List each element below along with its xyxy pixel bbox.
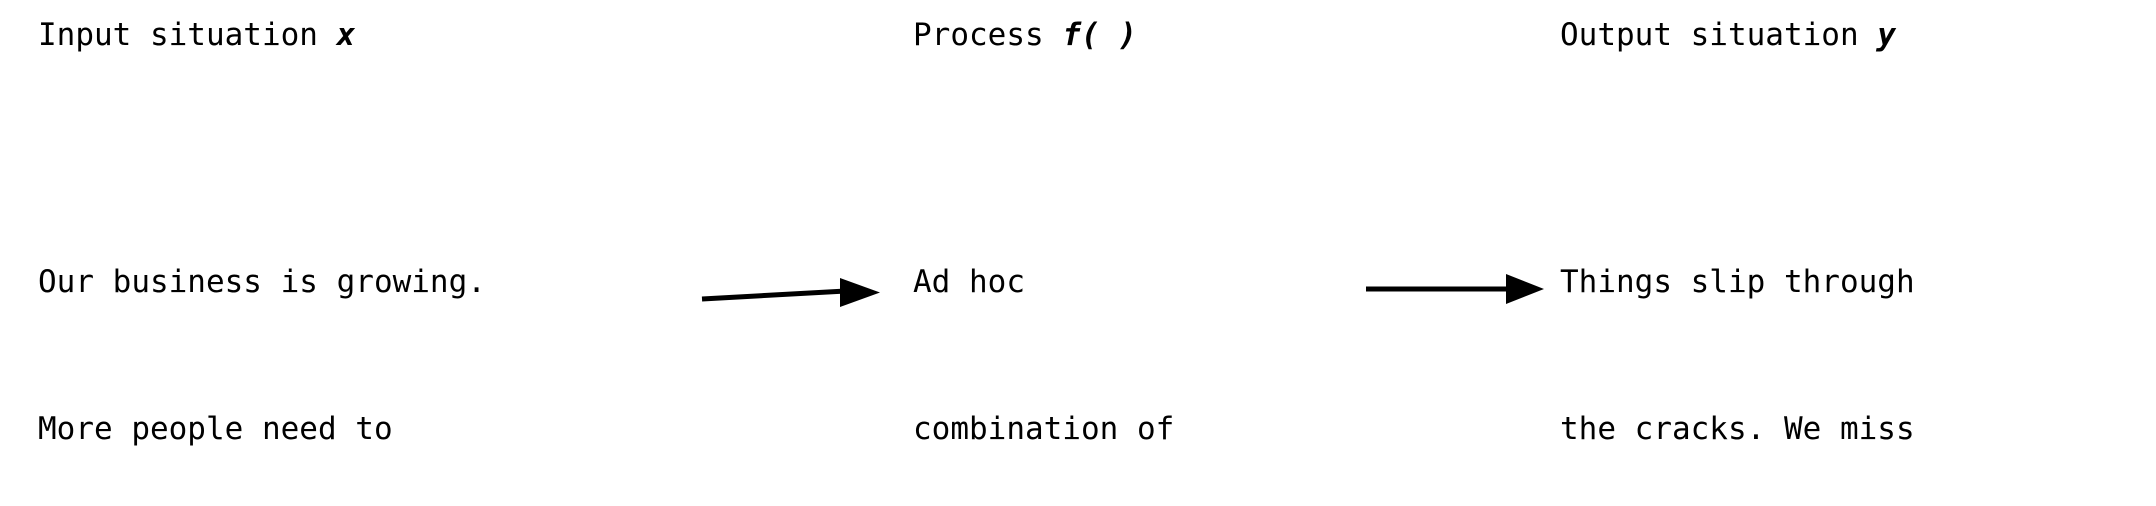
- process-flow-diagram: Input situation x Our business is growin…: [0, 0, 2156, 506]
- input-variable-symbol: x: [336, 17, 356, 53]
- process-function-symbol: f( ): [1062, 17, 1137, 53]
- column-process-heading-label: Process: [913, 17, 1044, 53]
- output-body-line-1: Things slip through: [1560, 264, 1915, 300]
- column-input-heading-label: Input situation: [38, 17, 318, 53]
- column-output-situation: Output situation y Things slip through t…: [1560, 0, 2120, 506]
- column-output-body: Things slip through the cracks. We miss …: [1560, 160, 1952, 506]
- input-body-line-2: More people need to: [38, 411, 393, 447]
- process-body-line-1: Ad hoc: [913, 264, 1025, 300]
- column-output-heading-label: Output situation: [1560, 17, 1859, 53]
- input-body-line-1: Our business is growing.: [38, 264, 486, 300]
- column-input-body: Our business is growing. More people nee…: [38, 160, 486, 506]
- output-body-line-2: the cracks. We miss: [1560, 411, 1915, 447]
- process-body-line-2: combination of: [913, 411, 1175, 447]
- column-input-heading: Input situation x: [38, 14, 355, 56]
- column-output-heading: Output situation y: [1560, 14, 1896, 56]
- output-variable-symbol: y: [1877, 17, 1896, 53]
- arrow-process-to-output-icon: [1364, 266, 1546, 312]
- column-process-body: Ad hoc combination of email and spreadsh…: [913, 160, 1174, 506]
- column-process-heading: Process f( ): [913, 14, 1137, 56]
- column-input-situation: Input situation x Our business is growin…: [38, 0, 678, 506]
- column-process: Process f( ) Ad hoc combination of email…: [913, 0, 1333, 506]
- arrow-input-to-process-icon: [700, 270, 882, 316]
